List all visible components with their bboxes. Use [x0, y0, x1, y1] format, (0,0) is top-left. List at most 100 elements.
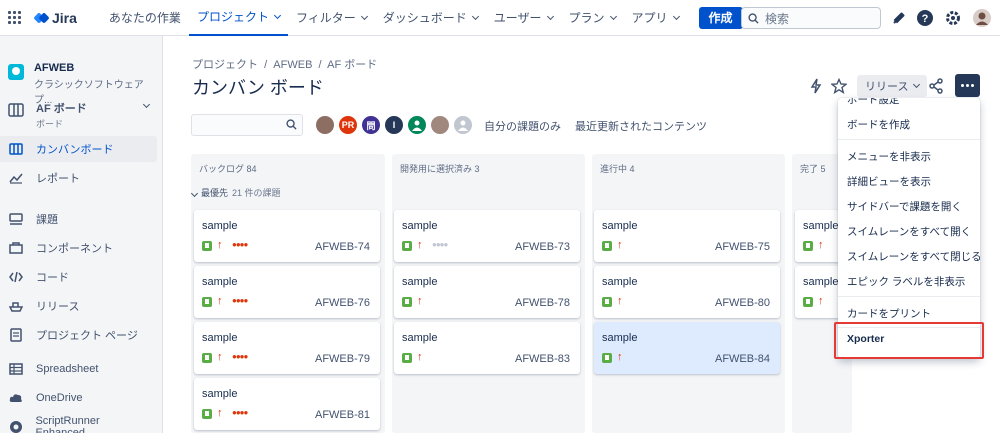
menu-item-create-board[interactable]: ボードを作成	[838, 117, 980, 132]
menu-divider	[838, 139, 980, 140]
menu-item-print-cards[interactable]: カードをプリント	[838, 306, 980, 321]
issue-key[interactable]: AFWEB-80	[715, 297, 770, 309]
sidebar-item-components[interactable]: コンポーネント	[0, 235, 157, 261]
breadcrumb-board[interactable]: AF ボード	[327, 59, 377, 71]
story-icon	[402, 241, 412, 251]
jira-logo[interactable]: Jira	[33, 10, 77, 26]
menu-item-show-detail-view[interactable]: 詳細ビューを表示	[838, 174, 980, 189]
issue-card[interactable]: sample ↑ ●●●● AFWEB-76	[194, 266, 380, 318]
sidebar-item-spreadsheet[interactable]: Spreadsheet	[0, 356, 157, 382]
breadcrumb-projects[interactable]: プロジェクト	[192, 59, 258, 71]
board-selector[interactable]: AF ボード ボード	[8, 100, 153, 130]
issue-card-selected[interactable]: sample ↑ AFWEB-84	[594, 322, 780, 374]
quick-filter-recently-updated[interactable]: 最近更新されたコンテンツ	[575, 118, 707, 134]
avatar[interactable]: I	[383, 114, 405, 136]
menu-item-hide-epic-labels[interactable]: エピック ラベルを非表示	[838, 274, 980, 289]
board-subtitle: ボード	[36, 119, 64, 129]
issue-key[interactable]: AFWEB-84	[715, 353, 770, 365]
menu-item-hide-menu[interactable]: メニューを非表示	[838, 149, 980, 164]
swimlane-header[interactable]: 最優先 21 件の課題	[190, 186, 281, 199]
issue-key[interactable]: AFWEB-79	[315, 353, 370, 365]
issue-card[interactable]: sample ↑ AFWEB-78	[394, 266, 580, 318]
issue-key[interactable]: AFWEB-74	[315, 241, 370, 253]
user-avatar-icon[interactable]	[973, 9, 991, 27]
issue-card[interactable]: sample ↑ ●●●● AFWEB-74	[194, 210, 380, 262]
code-icon	[8, 269, 24, 285]
sidebar-item-onedrive[interactable]: OneDrive	[0, 385, 157, 411]
nav-filters[interactable]: フィルター	[288, 0, 375, 36]
sidebar-item-issues[interactable]: 課題	[0, 206, 157, 232]
column-header: 進行中 4	[600, 164, 635, 174]
issue-card[interactable]: sample ↑ AFWEB-80	[594, 266, 780, 318]
nav-projects[interactable]: プロジェクト	[188, 0, 288, 36]
card-summary: sample	[202, 276, 238, 288]
issue-key[interactable]: AFWEB-81	[315, 409, 370, 421]
more-actions-button[interactable]	[955, 74, 980, 97]
sidebar-item-label: Spreadsheet	[36, 363, 99, 375]
nav-dashboards[interactable]: ダッシュボード	[375, 0, 486, 36]
estimate-dots: ●●●●	[232, 296, 248, 305]
global-search-input[interactable]: 検索	[741, 7, 881, 29]
breadcrumb-project[interactable]: AFWEB	[273, 59, 312, 71]
quick-filter-only-my-issues[interactable]: 自分の課題のみ	[484, 118, 561, 134]
avatar[interactable]	[429, 114, 451, 136]
notifications-icon[interactable]	[890, 9, 908, 27]
issue-key[interactable]: AFWEB-73	[515, 241, 570, 253]
nav-plans[interactable]: プラン	[561, 0, 624, 36]
sidebar-item-code[interactable]: コード	[0, 264, 157, 290]
settings-gear-icon[interactable]	[944, 9, 962, 27]
chevron-down-icon	[672, 12, 680, 20]
release-button[interactable]: リリース	[857, 75, 928, 97]
sidebar-item-label: ScriptRunner Enhanced...	[35, 415, 100, 433]
menu-item-open-issue-in-sidebar[interactable]: サイドバーで課題を開く	[838, 199, 980, 214]
column-header: 開発用に選択済み 3	[400, 164, 480, 174]
sidebar-item-project-pages[interactable]: プロジェクト ページ	[0, 322, 157, 348]
sidebar-item-label: カンバンボード	[36, 144, 114, 156]
sidebar-item-label: コンポーネント	[36, 243, 113, 255]
issue-card[interactable]: sample ↑ ●●●● AFWEB-73	[394, 210, 580, 262]
card-summary: sample	[803, 220, 839, 232]
card-summary: sample	[402, 332, 438, 344]
issue-card[interactable]: sample ↑ AFWEB-75	[594, 210, 780, 262]
priority-highest-icon: ↑	[217, 407, 223, 419]
column-header: バックログ 84	[199, 164, 257, 174]
priority-highest-icon: ↑	[617, 295, 623, 307]
sidebar-item-releases[interactable]: リリース	[0, 293, 157, 319]
priority-highest-icon: ↑	[217, 239, 223, 251]
issue-key[interactable]: AFWEB-75	[715, 241, 770, 253]
star-icon[interactable]	[831, 78, 847, 94]
nav-apps[interactable]: アプリ	[624, 0, 687, 36]
board-search-input[interactable]	[191, 114, 303, 136]
cloud-icon	[8, 390, 24, 406]
issues-icon	[8, 211, 24, 227]
menu-item-collapse-all-swimlanes[interactable]: スイムレーンをすべて閉じる	[838, 249, 980, 264]
priority-highest-icon: ↑	[818, 295, 824, 307]
issue-card[interactable]: sample ↑ ●●●● AFWEB-79	[194, 322, 380, 374]
sidebar-item-kanban-board[interactable]: カンバンボード	[0, 136, 157, 162]
issue-key[interactable]: AFWEB-78	[515, 297, 570, 309]
create-button[interactable]: 作成	[698, 6, 743, 29]
priority-highest-icon: ↑	[818, 239, 824, 251]
nav-people[interactable]: ユーザー	[486, 0, 561, 36]
project-avatar-icon	[8, 64, 24, 80]
menu-divider	[838, 296, 980, 297]
issue-key[interactable]: AFWEB-83	[515, 353, 570, 365]
app-switcher-icon[interactable]	[8, 10, 22, 25]
avatar[interactable]: PR	[337, 114, 359, 136]
avatar[interactable]	[452, 114, 474, 136]
card-summary: sample	[202, 332, 238, 344]
issue-card[interactable]: sample ↑ ●●●● AFWEB-81	[194, 378, 380, 430]
avatar[interactable]	[314, 114, 336, 136]
sidebar-item-reports[interactable]: レポート	[0, 165, 157, 191]
menu-item-board-settings[interactable]: ボード設定	[838, 98, 980, 106]
issue-key[interactable]: AFWEB-76	[315, 297, 370, 309]
help-icon[interactable]: ?	[916, 9, 934, 27]
lightning-icon[interactable]	[808, 78, 824, 94]
avatar[interactable]	[406, 114, 428, 136]
menu-item-expand-all-swimlanes[interactable]: スイムレーンをすべて開く	[838, 224, 980, 239]
issue-card[interactable]: sample ↑ AFWEB-83	[394, 322, 580, 374]
share-icon[interactable]	[928, 78, 944, 94]
nav-your-work[interactable]: あなたの作業	[101, 0, 189, 36]
sidebar-item-scriptrunner[interactable]: ScriptRunner Enhanced...	[0, 414, 157, 433]
avatar[interactable]: 問	[360, 114, 382, 136]
